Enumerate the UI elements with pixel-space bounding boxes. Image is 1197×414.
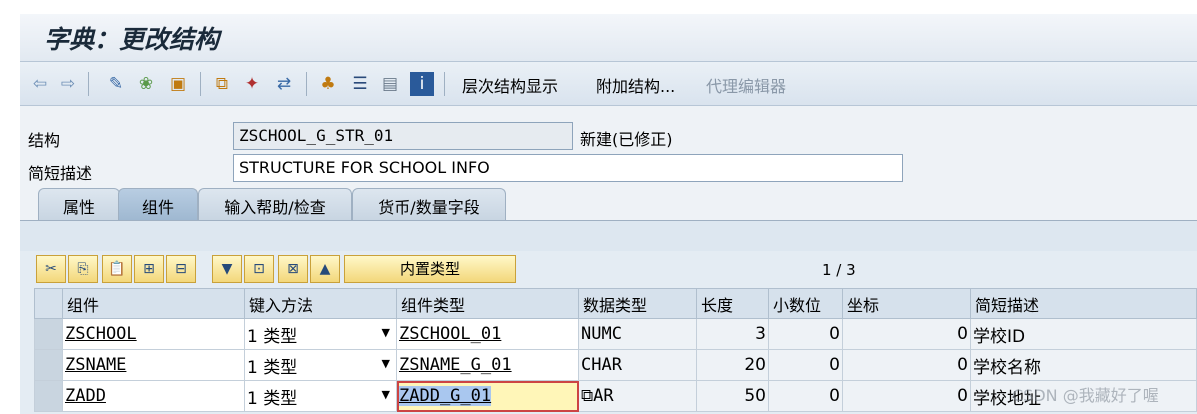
row-selector[interactable] [34, 380, 63, 412]
popup-icon[interactable]: ⧉ [581, 386, 593, 406]
col-header-desc[interactable]: 简短描述 [970, 288, 1197, 319]
col-header-comp-type[interactable]: 组件类型 [396, 288, 579, 319]
tab-components[interactable]: 组件 [118, 188, 198, 220]
data-type-cell: NUMC [578, 318, 697, 350]
decimals-cell: 0 [768, 318, 843, 350]
comp-type-cell[interactable]: ZSCHOOL_01 [396, 318, 579, 350]
cut-icon[interactable]: ✂ [36, 255, 66, 283]
toolbar-separator [88, 72, 89, 96]
watermark: CSDN @我藏好了喔 [1012, 386, 1159, 405]
coord-cell: 0 [842, 380, 971, 412]
hierarchy-display-button[interactable]: 层次结构显示 [462, 73, 558, 97]
comp-type-cell-focused[interactable]: ZADD_G_01 [396, 380, 579, 412]
window-title: 字典：更改结构 [44, 25, 220, 54]
up-icon[interactable]: ▲ [310, 255, 340, 283]
dropdown-arrow-icon[interactable]: ▼ [382, 357, 390, 370]
col-header-decimals[interactable]: 小数位 [768, 288, 843, 319]
page-indicator: 1 / 3 [822, 261, 856, 279]
paste-icon[interactable]: 📋 [102, 255, 132, 283]
application-toolbar: ⇦ ⇨ ✎ ❀ ▣ ⧉ ✦ ⇄ ♣ ☰ ▤ i 层次结构显示 附加结构... 代… [20, 62, 1197, 106]
delete-row-icon[interactable]: ⊟ [166, 255, 196, 283]
method-cell[interactable]: 1 类型 ▼ [244, 380, 397, 412]
short-desc-field[interactable]: STRUCTURE FOR SCHOOL INFO [233, 154, 903, 182]
structure-label: 结构 [28, 131, 61, 150]
tab-currency-quantity[interactable]: 货币/数量字段 [352, 188, 506, 220]
method-cell[interactable]: 1 类型 ▼ [244, 349, 397, 381]
row-selector[interactable] [34, 349, 63, 381]
component-cell[interactable]: ZADD [62, 380, 245, 412]
append-structure-button[interactable]: 附加结构... [596, 73, 675, 97]
col-header-component[interactable]: 组件 [62, 288, 245, 319]
length-cell: 50 [696, 380, 769, 412]
table-row: ZSNAME 1 类型 ▼ ZSNAME_G_01 CHAR 20 0 0 学校名… [34, 349, 1197, 381]
status-text: 新建(已修正) [580, 130, 673, 149]
table-row: ZSCHOOL 1 类型 ▼ ZSCHOOL_01 NUMC 3 0 0 学校ID [34, 318, 1197, 350]
comp-type-cell[interactable]: ZSNAME_G_01 [396, 349, 579, 381]
title-bar: 字典：更改结构 [20, 14, 1197, 62]
tab-input-help[interactable]: 输入帮助/检查 [198, 188, 352, 220]
toolbar-separator [306, 72, 307, 96]
table-header-row: 组件 键入方法 组件类型 数据类型 长度 小数位 坐标 简短描述 [34, 288, 1197, 319]
short-desc-label: 简短描述 [28, 164, 93, 183]
collapse-icon[interactable]: ⊠ [278, 255, 308, 283]
info-icon[interactable]: i [410, 72, 434, 96]
transport-icon[interactable]: ⇄ [272, 72, 296, 96]
insert-row-icon[interactable]: ⊞ [134, 255, 164, 283]
wand-icon[interactable]: ✦ [240, 72, 264, 96]
col-header-coord[interactable]: 坐标 [842, 288, 971, 319]
dropdown-arrow-icon[interactable]: ▼ [382, 388, 390, 401]
desc-cell: 学校ID [970, 318, 1197, 350]
panel-header [20, 221, 1197, 251]
decimals-cell: 0 [768, 349, 843, 381]
tab-attributes[interactable]: 属性 [38, 188, 120, 220]
where-used-icon[interactable]: ⧉ [210, 72, 234, 96]
tab-strip: 属性 组件 输入帮助/检查 货币/数量字段 [20, 188, 1197, 220]
method-cell[interactable]: 1 类型 ▼ [244, 318, 397, 350]
coord-cell: 0 [842, 318, 971, 350]
col-header-data-type[interactable]: 数据类型 [578, 288, 697, 319]
structure-name-field: ZSCHOOL_G_STR_01 [233, 122, 573, 150]
length-cell: 3 [696, 318, 769, 350]
data-type-cell: CHAR [578, 349, 697, 381]
col-header-length[interactable]: 长度 [696, 288, 769, 319]
row-selector[interactable] [34, 318, 63, 350]
decimals-cell: 0 [768, 380, 843, 412]
table-icon[interactable]: ▤ [378, 72, 402, 96]
length-cell: 20 [696, 349, 769, 381]
data-type-cell: ⧉AR [578, 380, 697, 412]
toolbar-separator [200, 72, 201, 96]
coord-cell: 0 [842, 349, 971, 381]
row-selector-header[interactable] [34, 288, 63, 319]
expand-icon[interactable]: ⊡ [244, 255, 274, 283]
back-arrow-icon[interactable]: ⇦ [28, 72, 52, 96]
hierarchy-icon[interactable]: ♣ [316, 72, 340, 96]
desc-cell: 学校名称 [970, 349, 1197, 381]
filter-down-icon[interactable]: ▼ [212, 255, 242, 283]
copy-icon[interactable]: ⎘ [68, 255, 98, 283]
dropdown-arrow-icon[interactable]: ▼ [382, 326, 390, 339]
activate-icon[interactable]: ❀ [134, 72, 158, 96]
forward-arrow-icon[interactable]: ⇨ [56, 72, 80, 96]
object-icon[interactable]: ▣ [166, 72, 190, 96]
list-icon[interactable]: ☰ [348, 72, 372, 96]
proxy-editor-button: 代理编辑器 [706, 77, 787, 96]
component-cell[interactable]: ZSNAME [62, 349, 245, 381]
toolbar-separator [444, 72, 445, 96]
component-cell[interactable]: ZSCHOOL [62, 318, 245, 350]
col-header-method[interactable]: 键入方法 [244, 288, 397, 319]
glasses-pencil-icon[interactable]: ✎ [104, 72, 128, 96]
builtin-type-button[interactable]: 内置类型 [344, 255, 516, 283]
